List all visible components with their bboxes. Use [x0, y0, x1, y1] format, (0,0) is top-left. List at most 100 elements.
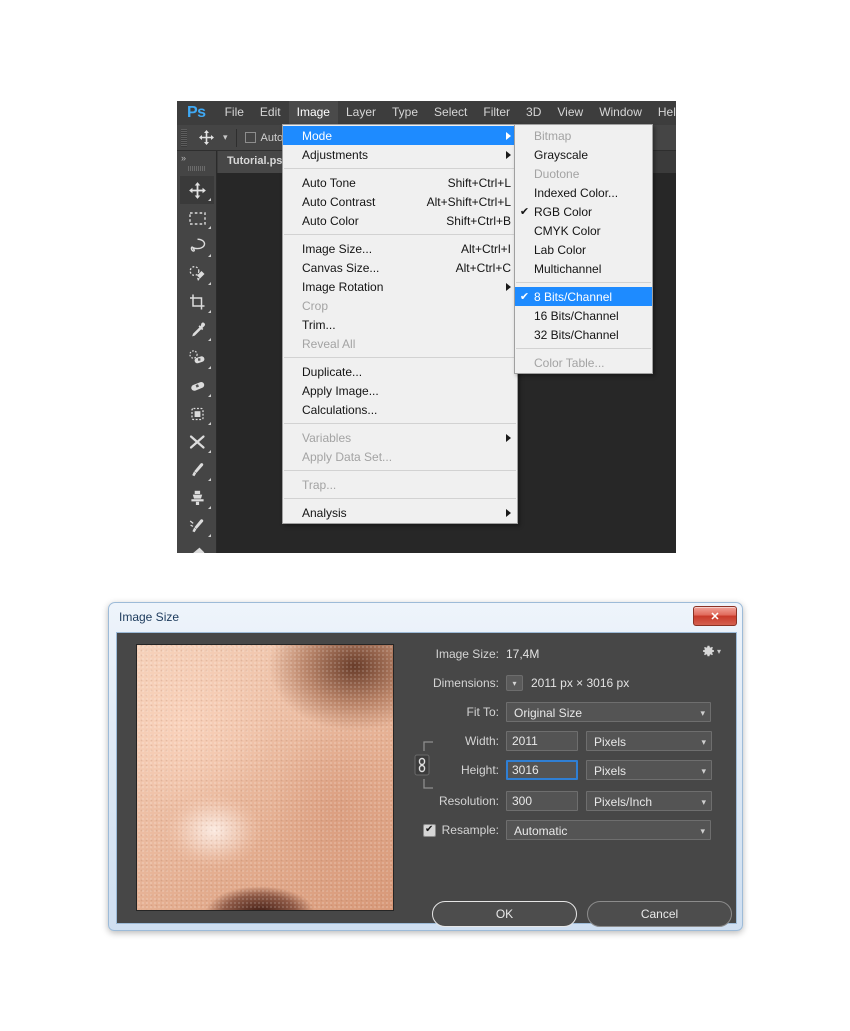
menu-item-auto-contrast[interactable]: Auto ContrastAlt+Shift+Ctrl+L: [283, 192, 517, 211]
content-aware-move-tool-button[interactable]: [180, 400, 214, 428]
menu-item-lab-color[interactable]: Lab Color: [515, 240, 652, 259]
document-tab[interactable]: Tutorial.ps: [218, 151, 291, 173]
menu-item-shortcut: Alt+Shift+Ctrl+L: [415, 195, 511, 209]
rectangular-marquee-tool-button[interactable]: [180, 204, 214, 232]
menu-item-label: Duplicate...: [283, 365, 511, 379]
menu-item-8-bits-channel[interactable]: ✔8 Bits/Channel: [515, 287, 652, 306]
resolution-unit-select[interactable]: Pixels/Inch ▾: [586, 791, 712, 811]
menu-item-trim[interactable]: Trim...: [283, 315, 517, 334]
height-unit-select[interactable]: Pixels ▾: [586, 760, 712, 780]
menu-item-auto-color[interactable]: Auto ColorShift+Ctrl+B: [283, 211, 517, 230]
menu-item-auto-tone[interactable]: Auto ToneShift+Ctrl+L: [283, 173, 517, 192]
menu-item-image-size[interactable]: Image Size...Alt+Ctrl+I: [283, 239, 517, 258]
move-tool-button[interactable]: [180, 176, 214, 204]
resolution-input[interactable]: 300: [506, 791, 578, 811]
resample-checkbox[interactable]: ✔: [423, 824, 436, 837]
red-eye-tool-button[interactable]: [180, 428, 214, 456]
close-icon[interactable]: ✕: [693, 606, 737, 626]
menu-bar-item-edit[interactable]: Edit: [252, 101, 289, 125]
submenu-arrow-icon: [506, 434, 511, 442]
clone-stamp-tool-button[interactable]: [180, 484, 214, 512]
menu-item-label: Image Size...: [283, 242, 449, 256]
gear-chevron-icon[interactable]: ▾: [717, 647, 721, 656]
menu-separator: [284, 234, 516, 235]
cancel-button[interactable]: Cancel: [587, 901, 732, 927]
eraser-tool-button[interactable]: [180, 540, 214, 553]
submenu-arrow-icon: [506, 151, 511, 159]
menu-item-rgb-color[interactable]: ✔RGB Color: [515, 202, 652, 221]
auto-select-label: Auto: [261, 132, 284, 144]
menu-item-analysis[interactable]: Analysis: [283, 503, 517, 522]
crop-tool-button[interactable]: [180, 288, 214, 316]
patch-tool-button[interactable]: [180, 372, 214, 400]
mode-submenu-dropdown[interactable]: BitmapGrayscaleDuotoneIndexed Color...✔R…: [514, 124, 653, 374]
menu-bar-item-file[interactable]: File: [217, 101, 252, 125]
menu-item-16-bits-channel[interactable]: 16 Bits/Channel: [515, 306, 652, 325]
ok-button[interactable]: OK: [432, 901, 577, 927]
photoshop-logo: Ps: [177, 101, 217, 125]
menu-bar-item-image[interactable]: Image: [289, 101, 338, 125]
width-unit-value: Pixels: [594, 735, 626, 749]
menu-item-duplicate[interactable]: Duplicate...: [283, 362, 517, 381]
menu-item-label: 8 Bits/Channel: [534, 290, 646, 304]
menu-item-shortcut: Alt+Ctrl+I: [449, 242, 511, 256]
gear-icon[interactable]: ▾: [701, 644, 721, 658]
height-unit-value: Pixels: [594, 764, 626, 778]
fit-to-select[interactable]: Original Size ▾: [506, 702, 711, 722]
width-input[interactable]: 2011: [506, 731, 578, 751]
image-menu-dropdown[interactable]: ModeAdjustmentsAuto ToneShift+Ctrl+LAuto…: [282, 124, 518, 524]
menu-item-label: Auto Contrast: [283, 195, 415, 209]
menu-item-image-rotation[interactable]: Image Rotation: [283, 277, 517, 296]
dialog-fields: Image Size: 17,4M ▾ Dimensions: ▾ 2011 p…: [407, 644, 727, 911]
menu-item-calculations[interactable]: Calculations...: [283, 400, 517, 419]
menu-bar-item-layer[interactable]: Layer: [338, 101, 384, 125]
options-bar-grip[interactable]: [181, 129, 187, 147]
options-divider: [236, 129, 237, 147]
menu-item-cmyk-color[interactable]: CMYK Color: [515, 221, 652, 240]
tools-panel: »: [177, 151, 217, 553]
menu-item-canvas-size[interactable]: Canvas Size...Alt+Ctrl+C: [283, 258, 517, 277]
eyedropper-tool-button[interactable]: [180, 316, 214, 344]
history-brush-tool-button[interactable]: [180, 512, 214, 540]
quick-selection-tool-button[interactable]: [180, 260, 214, 288]
collapse-panel-icon[interactable]: »: [177, 151, 216, 163]
lasso-tool-button[interactable]: [180, 232, 214, 260]
menu-item-apply-image[interactable]: Apply Image...: [283, 381, 517, 400]
submenu-arrow-icon: [506, 132, 511, 140]
menu-bar-item-window[interactable]: Window: [591, 101, 650, 125]
resample-label-wrap: ✔ Resample:: [407, 823, 506, 837]
tools-panel-grip[interactable]: [188, 166, 206, 171]
move-tool-icon[interactable]: [193, 127, 219, 149]
menu-item-multichannel[interactable]: Multichannel: [515, 259, 652, 278]
height-input[interactable]: 3016: [506, 760, 578, 780]
dialog-title-bar[interactable]: Image Size ✕: [109, 603, 742, 631]
menu-item-color-table: Color Table...: [515, 353, 652, 372]
auto-select-checkbox[interactable]: [245, 132, 256, 143]
menu-item-indexed-color[interactable]: Indexed Color...: [515, 183, 652, 202]
spot-healing-brush-tool-button[interactable]: [180, 344, 214, 372]
menu-item-grayscale[interactable]: Grayscale: [515, 145, 652, 164]
menu-separator: [516, 282, 651, 283]
menu-item-label: Duotone: [534, 167, 646, 181]
menu-item-label: Analysis: [283, 506, 496, 520]
menu-bar-item-view[interactable]: View: [549, 101, 591, 125]
resample-select[interactable]: Automatic ▾: [506, 820, 711, 840]
dimensions-unit-dropdown[interactable]: ▾: [506, 675, 523, 691]
brush-tool-button[interactable]: [180, 456, 214, 484]
menu-item-adjustments[interactable]: Adjustments: [283, 145, 517, 164]
menu-bar-item-select[interactable]: Select: [426, 101, 475, 125]
tool-preset-chevron-icon[interactable]: ▾: [223, 132, 228, 143]
submenu-arrow-icon: [506, 283, 511, 291]
menu-item-mode[interactable]: Mode: [283, 126, 517, 145]
menu-separator: [284, 357, 516, 358]
image-preview[interactable]: [136, 644, 394, 911]
width-unit-select[interactable]: Pixels ▾: [586, 731, 712, 751]
menu-bar-item-help[interactable]: Help: [650, 101, 676, 125]
menu-bar-item-type[interactable]: Type: [384, 101, 426, 125]
menu-bar-item-3d[interactable]: 3D: [518, 101, 549, 125]
menu-bar-item-filter[interactable]: Filter: [475, 101, 518, 125]
height-label: Height:: [407, 763, 506, 777]
menu-item-label: Auto Color: [283, 214, 434, 228]
menu-item-32-bits-channel[interactable]: 32 Bits/Channel: [515, 325, 652, 344]
dialog-buttons: OK Cancel: [432, 901, 732, 927]
